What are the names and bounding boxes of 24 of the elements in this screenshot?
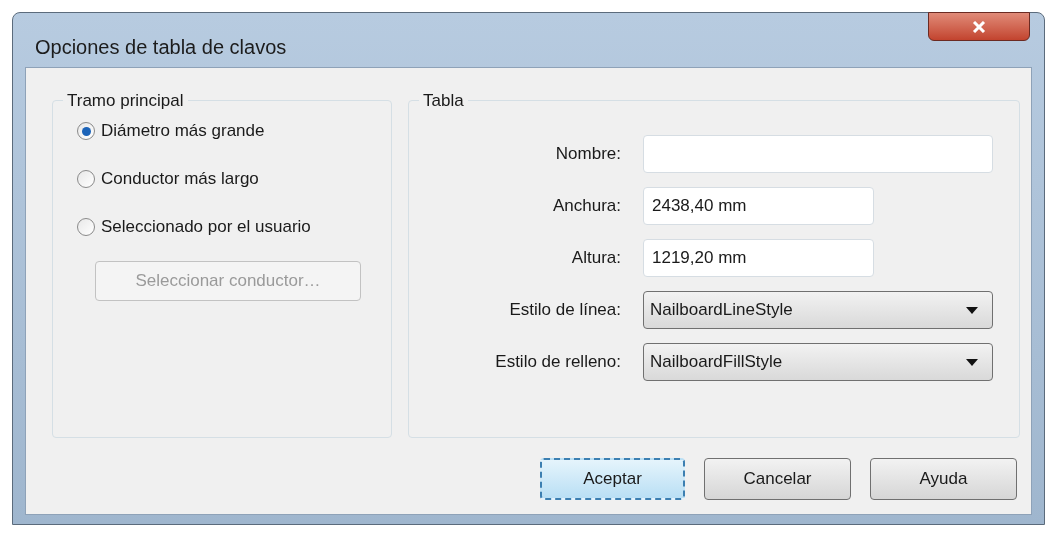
field-label: Nombre: xyxy=(554,143,621,166)
dialog-button[interactable]: Cancelar xyxy=(704,458,851,500)
field-label: Anchura: xyxy=(551,195,621,218)
radio-button[interactable] xyxy=(77,218,95,236)
text-field[interactable] xyxy=(643,135,993,173)
radio-button[interactable] xyxy=(77,170,95,188)
dropdown[interactable]: NailboardLineStyle xyxy=(643,291,993,329)
field-label: Estilo de línea: xyxy=(508,299,621,322)
text-field[interactable]: 1219,20 mm xyxy=(643,239,874,277)
caret-icon xyxy=(966,306,978,314)
dialog-button[interactable]: Aceptar xyxy=(540,458,685,500)
caret-icon xyxy=(966,358,978,366)
radio-button[interactable] xyxy=(77,122,95,140)
close-icon xyxy=(972,20,986,33)
dropdown[interactable]: NailboardFillStyle xyxy=(643,343,993,381)
radio-label: Diámetro más grande xyxy=(101,120,265,143)
window-title: Opciones de tabla de clavos xyxy=(35,35,287,60)
radio-label: Seleccionado por el usuario xyxy=(101,216,311,239)
field-label: Altura: xyxy=(570,247,621,270)
radio-label: Conductor más largo xyxy=(101,168,259,191)
field-label: Estilo de relleno: xyxy=(494,351,621,374)
dialog-button[interactable]: Ayuda xyxy=(870,458,1017,500)
text-field[interactable]: 2438,40 mm xyxy=(643,187,874,225)
close-button[interactable] xyxy=(928,12,1030,41)
